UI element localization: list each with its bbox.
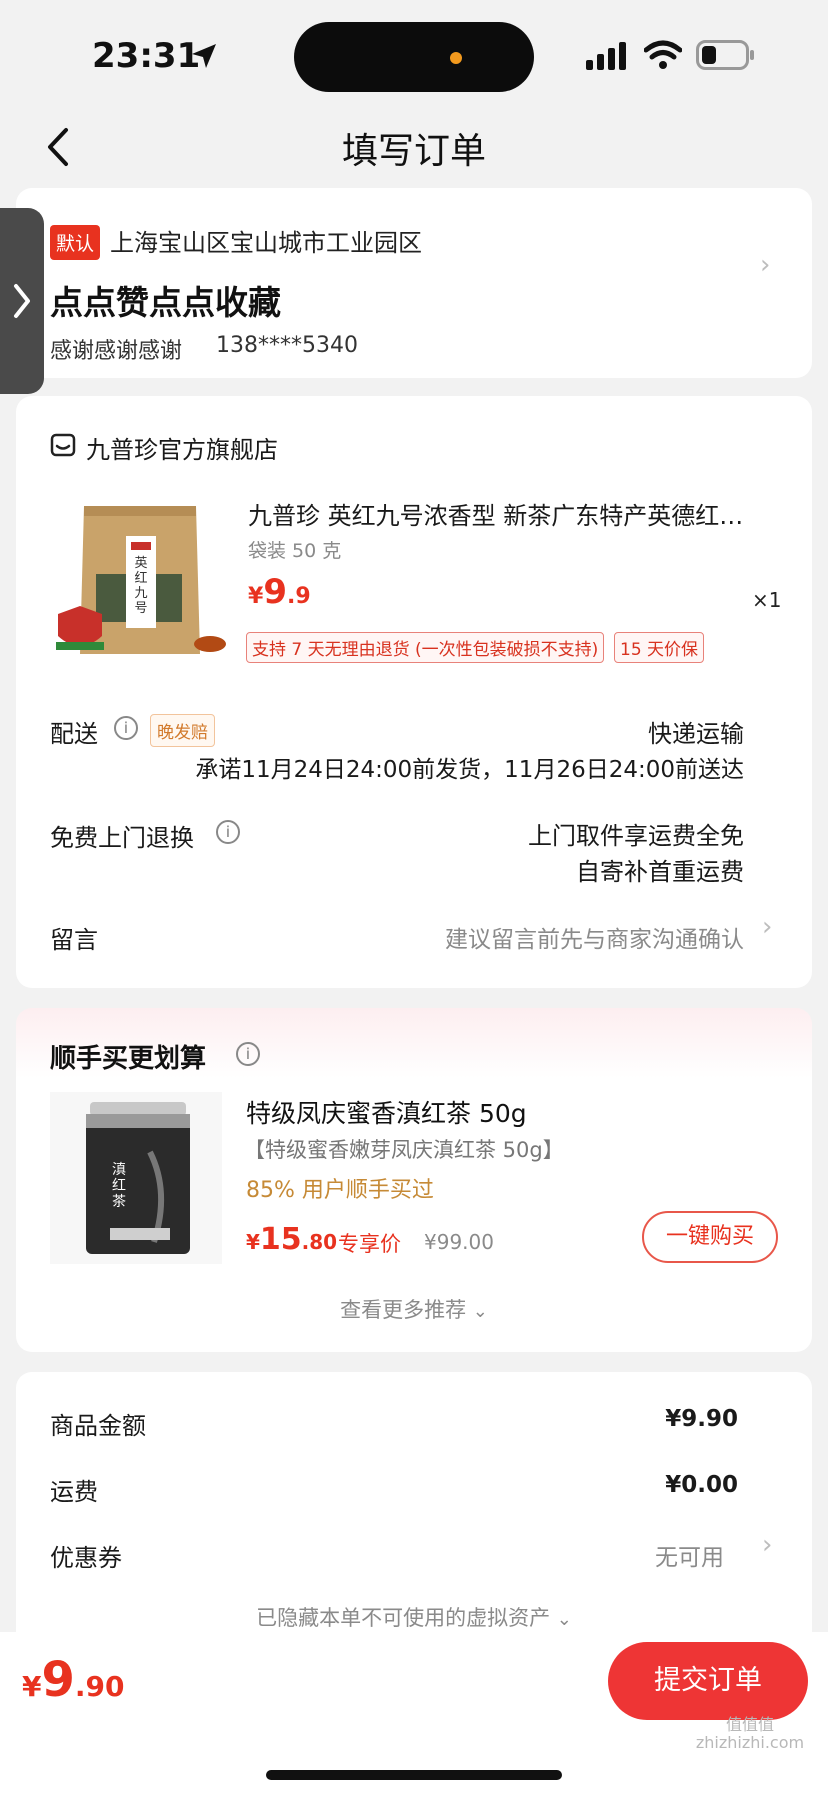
info-icon[interactable]: i <box>216 820 240 844</box>
upsell-product-title[interactable]: 特级凤庆蜜香滇红茶 50g <box>246 1094 527 1130</box>
upsell-original-price: ¥99.00 <box>424 1230 494 1254</box>
submit-order-button[interactable]: 提交订单 <box>608 1642 808 1720</box>
dynamic-island <box>294 22 534 92</box>
delivery-promise: 承诺11月24日24:00前发货，11月26日24:00前送达 <box>195 757 744 783</box>
return-service-line2: 自寄补首重运费 <box>576 858 744 886</box>
chevron-right-icon: › <box>760 250 771 280</box>
one-click-buy-button[interactable]: 一键购买 <box>642 1211 778 1263</box>
product-quantity: ×1 <box>752 588 782 612</box>
chevron-down-icon: ⌄ <box>472 1301 488 1322</box>
goods-amount-label: 商品金额 <box>50 1412 146 1440</box>
home-indicator <box>266 1770 562 1780</box>
store-name[interactable]: 九普珍官方旗舰店 <box>86 430 278 465</box>
product-image-label: 英红九号 <box>134 556 148 616</box>
more-recommendations-link[interactable]: 查看更多推荐 ⌄ <box>16 1294 812 1324</box>
price-symbol: ¥ <box>248 584 264 609</box>
hidden-assets-label: 已隐藏本单不可使用的虚拟资产 <box>256 1606 551 1630</box>
upsell-product-image[interactable]: 滇红茶 <box>50 1092 222 1264</box>
chevron-right-icon: › <box>762 1530 773 1560</box>
message-label: 留言 <box>50 926 98 954</box>
coupon-value[interactable]: 无可用 <box>655 1538 724 1572</box>
upsell-price: ¥15.80 <box>246 1222 337 1257</box>
side-drawer-handle[interactable] <box>0 208 44 394</box>
address-detail: 点点赞点点收藏 <box>50 283 281 322</box>
price-integer: 15 <box>259 1222 302 1257</box>
wifi-icon <box>644 40 682 69</box>
upsell-product-subtitle: 【特级蜜香嫩芽凤庆滇红茶 50g】 <box>244 1138 564 1162</box>
shipping-fee-label: 运费 <box>50 1478 98 1506</box>
shipping-fee-value: ¥0.00 <box>665 1472 738 1498</box>
price-decimal: .9 <box>286 584 311 609</box>
late-compensation-badge: 晚发赔 <box>150 714 215 747</box>
product-image[interactable]: 英红九号 <box>50 494 228 672</box>
price-integer: 9 <box>263 572 287 612</box>
location-arrow-icon <box>192 44 216 68</box>
tea-can-illustration <box>86 1102 190 1254</box>
status-time: 23:31 <box>92 36 201 76</box>
cellular-signal-icon <box>586 42 626 70</box>
goods-amount-value: ¥9.90 <box>665 1406 738 1432</box>
chevron-right-icon <box>14 284 30 318</box>
product-spec: 袋装 50 克 <box>248 540 342 562</box>
contact-name: 感谢感谢感谢 <box>50 339 183 364</box>
product-price: ¥9.9 <box>248 572 311 612</box>
chevron-down-icon: ⌄ <box>556 1609 572 1630</box>
delivery-method[interactable]: 快递运输 <box>648 714 744 749</box>
price-summary-card: 商品金额 ¥9.90 运费 ¥0.00 优惠券 无可用 › 已隐藏本单不可使用的… <box>16 1372 812 1672</box>
address-card[interactable]: 默认 上海宝山区宝山城市工业园区 点点赞点点收藏 感谢感谢感谢 138****5… <box>16 188 812 378</box>
return-service-label: 免费上门退换 <box>50 824 194 852</box>
info-icon[interactable]: i <box>114 716 138 740</box>
upsell-card: 顺手买更划算 i 滇红茶 特级凤庆蜜香滇红茶 50g 【特级蜜香嫩芽凤庆滇红茶 … <box>16 1008 812 1352</box>
more-recommendations-label: 查看更多推荐 <box>340 1298 467 1322</box>
delivery-label: 配送 <box>50 720 98 748</box>
price-integer: 9 <box>41 1652 75 1708</box>
upsell-title: 顺手买更划算 <box>50 1044 207 1074</box>
price-decimal: .90 <box>74 1670 125 1703</box>
return-policy-tag: 支持 7 天无理由退货 (一次性包装破损不支持) <box>246 632 605 663</box>
message-input[interactable]: 建议留言前先与商家沟通确认 <box>445 920 744 954</box>
watermark: 值值值 zhizhizhi.com <box>695 1715 805 1752</box>
info-icon[interactable]: i <box>236 1042 260 1066</box>
store-icon <box>50 433 76 457</box>
contact-phone: 138****5340 <box>216 333 358 358</box>
product-title[interactable]: 九普珍 英红九号浓香型 新茶广东特产英德红… <box>248 496 788 531</box>
chevron-right-icon: › <box>762 912 773 942</box>
page-title: 填写订单 <box>341 131 486 172</box>
price-protect-tag: 15 天价保 <box>614 632 705 663</box>
upsell-bought-note: 85% 用户顺手买过 <box>246 1178 434 1203</box>
price-symbol: ¥ <box>246 1230 260 1254</box>
recording-dot-icon <box>450 52 462 64</box>
upsell-price-label: 专享价 <box>338 1232 401 1256</box>
default-badge: 默认 <box>50 225 101 260</box>
store-order-card: 九普珍官方旗舰店 英红九号 九普珍 英红九号浓香型 新茶广东特产英德红… 袋装 … <box>16 396 812 988</box>
return-service-line1: 上门取件享运费全免 <box>528 822 744 850</box>
battery-icon <box>696 40 754 70</box>
coupon-label: 优惠券 <box>50 1544 122 1572</box>
address-region: 上海宝山区宝山城市工业园区 <box>110 229 422 257</box>
price-symbol: ¥ <box>22 1670 42 1703</box>
price-decimal: .80 <box>301 1230 338 1254</box>
total-price: ¥9.90 <box>22 1652 125 1708</box>
hidden-assets-toggle[interactable]: 已隐藏本单不可使用的虚拟资产 ⌄ <box>16 1602 812 1632</box>
upsell-image-label: 滇红茶 <box>112 1162 126 1210</box>
